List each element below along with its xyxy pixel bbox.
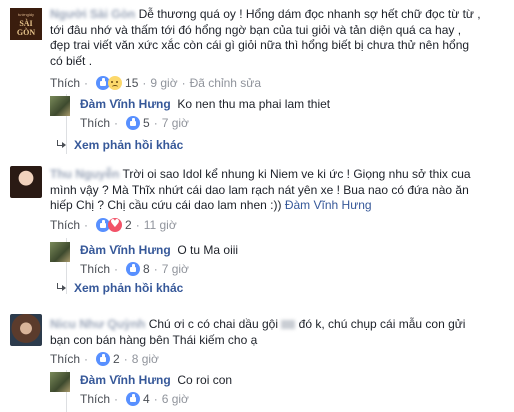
avatar[interactable] [10,314,42,346]
reply-author[interactable]: Đàm Vĩnh Hưng [80,243,171,257]
like-button[interactable]: Thích [80,262,110,276]
reactions[interactable] [96,76,123,90]
comment-line: tới đâu nhớ và thấm tới đó hổng ngờ bạn … [50,22,462,37]
reply-arrow-icon [56,140,68,150]
reply-arrow-icon [56,283,68,293]
reply-actions: Thích · 5 · 7 giờ [80,116,189,130]
comment-actions: Thích · 15 · 9 giờ · Đã chỉnh sửa [50,76,261,90]
comment-body: Thu Nguyễn Trời oi sao Idol kể nhung ki … [50,167,510,214]
reply-avatar[interactable] [50,372,70,392]
comment-body: Người Sài Gòn Dễ thương quá oy ! Hổng dá… [50,7,510,69]
comment-body: Nicu Như Quỳnh Chú ơi c có chai dầu gội … [50,317,510,348]
reaction-count: 8 [143,262,150,276]
view-more-replies-label: Xem phản hồi khác [74,138,184,152]
comment-actions: Thích · 2 · 8 giờ [50,352,159,366]
like-button[interactable]: Thích [80,392,110,406]
reply-body: Đàm Vĩnh Hưng Ko nen thu ma phai lam thi… [80,97,330,113]
view-more-replies[interactable]: Xem phản hồi khác [56,138,183,152]
like-button[interactable]: Thích [50,352,80,366]
reply-text: Ko nen thu ma phai lam thiet [177,97,331,111]
like-reaction-icon [126,392,141,406]
reply-author[interactable]: Đàm Vĩnh Hưng [80,373,171,387]
reaction-count: 15 [125,76,139,90]
comment-line: đẹp trai viết văn xức xắc còn cái gì giỏ… [50,38,470,52]
like-reaction-icon [126,116,141,130]
comment-3: Nicu Như Quỳnh Chú ơi c có chai dầu gội … [0,308,514,412]
comment-line: Chú ơi c có chai dầu gội [148,317,278,331]
like-reaction-icon [96,352,111,366]
like-button[interactable]: Thích [50,218,80,232]
avatar[interactable]: tướngiấy SÀI GÒN [10,8,42,40]
reactions[interactable] [96,352,111,366]
reply-text: Co roi con [177,373,233,387]
comment-2: Thu Nguyễn Trời oi sao Idol kể nhung ki … [0,160,514,300]
view-more-replies-label: Xem phản hồi khác [74,281,184,295]
heart-reaction-icon [108,217,123,232]
reactions[interactable] [126,392,141,406]
reply-actions: Thích · 8 · 7 giờ [80,262,189,276]
edited-label[interactable]: Đã chỉnh sửa [190,76,261,90]
comment-line: có biết . [50,53,93,68]
redacted-word [281,320,296,330]
reaction-count: 2 [125,218,132,232]
reply-text: O tu Ma oiii [177,243,239,257]
reactions[interactable] [126,116,141,130]
comment-1: tướngiấy SÀI GÒN Người Sài Gòn Dễ thương… [0,0,514,154]
comment-line: đó k, chú chụp cái mẫu con gửi [298,317,466,331]
comment-line: Dễ thương quá oy ! Hổng dám đọc nhanh sợ… [138,7,481,21]
reaction-count: 5 [143,116,150,130]
reply-avatar[interactable] [50,242,70,262]
comment-actions: Thích · 2 · 11 giờ [50,217,177,232]
reactions[interactable] [96,217,123,232]
comment-line: bạn con bán hàng bên Thái kiếm cho ạ [50,332,258,347]
tagged-user[interactable]: Đàm Vĩnh Hưng [285,198,372,212]
reactions[interactable] [126,262,141,276]
comment-author[interactable]: Nicu Như Quỳnh [50,317,145,331]
reaction-count: 4 [143,392,150,406]
comment-line: mình vậy ? Mà Thĩx nhứt cái dao lam rạch… [50,182,469,197]
comment-line: hiếp Chị ? Chị cầu cứu cái dao lam nhen … [50,198,282,212]
reply-time[interactable]: 7 giờ [162,262,189,276]
avatar[interactable] [10,166,42,198]
comment-time[interactable]: 11 giờ [144,218,177,232]
comment-line: Trời oi sao Idol kể nhung ki Niem ve ki … [122,167,471,181]
reply-avatar[interactable] [50,96,70,116]
like-reaction-icon [126,262,141,276]
like-button[interactable]: Thích [50,76,80,90]
reply-actions: Thích · 4 · 6 giờ [80,392,189,406]
comment-author[interactable]: Thu Nguyễn [50,167,119,181]
avatar-caption: SÀI GÒN [16,19,36,37]
reply-body: Đàm Vĩnh Hưng Co roi con [80,373,232,389]
reply-author[interactable]: Đàm Vĩnh Hưng [80,97,171,111]
comment-time[interactable]: 8 giờ [132,352,159,366]
comment-author[interactable]: Người Sài Gòn [50,7,135,21]
comment-time[interactable]: 9 giờ [150,76,177,90]
like-button[interactable]: Thích [80,116,110,130]
reply-body: Đàm Vĩnh Hưng O tu Ma oiii [80,243,238,259]
reply-time[interactable]: 6 giờ [162,392,189,406]
view-more-replies[interactable]: Xem phản hồi khác [56,281,183,295]
reaction-count: 2 [113,352,120,366]
sad-reaction-icon [108,76,123,90]
avatar-caption-top: tướngiấy [18,12,34,17]
reply-time[interactable]: 7 giờ [162,116,189,130]
